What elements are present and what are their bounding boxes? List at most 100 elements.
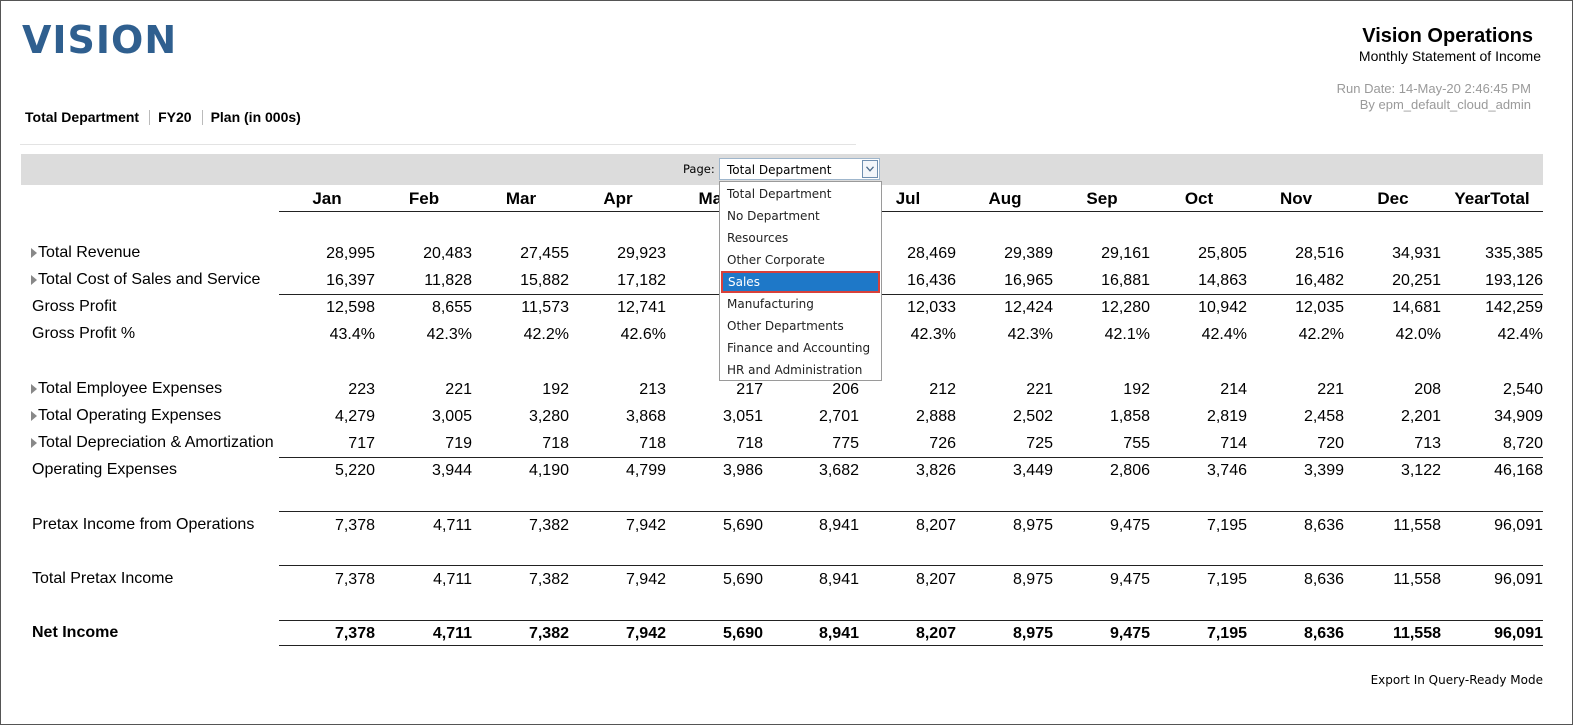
table-cell: 42.2%	[1298, 326, 1344, 343]
page-option[interactable]: Sales	[721, 271, 880, 293]
page-option[interactable]: Other Departments	[721, 315, 880, 337]
table-cell: 16,482	[1295, 272, 1344, 289]
page-option[interactable]: Resources	[721, 227, 880, 249]
table-cell: 2,819	[1206, 408, 1247, 425]
table-cell: 8,720	[1502, 435, 1543, 452]
row-label[interactable]: Total Depreciation & Amortization	[38, 434, 274, 452]
table-cell: 7,942	[625, 571, 666, 588]
expand-triangle-icon[interactable]	[31, 411, 37, 421]
table-cell: 5,690	[722, 625, 763, 642]
row-label: Net Income	[32, 624, 119, 641]
table-cell: 16,881	[1101, 272, 1150, 289]
column-header: YearTotal	[1454, 189, 1530, 208]
export-query-ready-link[interactable]: Export In Query-Ready Mode	[1371, 673, 1543, 687]
table-cell: 7,378	[334, 625, 375, 642]
table-cell: 719	[445, 435, 472, 452]
table-cell: 42.4%	[1201, 326, 1247, 343]
table-cell: 713	[1414, 435, 1441, 452]
table-cell: 11,558	[1393, 517, 1441, 534]
total-rule	[279, 511, 1543, 512]
table-cell: 42.1%	[1104, 326, 1150, 343]
table-cell: 4,711	[433, 517, 472, 534]
table-cell: 217	[736, 381, 763, 398]
table-cell: 3,122	[1400, 462, 1441, 479]
page-option[interactable]: No Department	[721, 205, 880, 227]
table-cell: 25,805	[1198, 245, 1247, 262]
row-label: Gross Profit	[32, 298, 117, 315]
table-cell: 4,279	[334, 408, 375, 425]
table-cell: 2,540	[1502, 381, 1543, 398]
pov-separator	[201, 109, 203, 125]
pov-year: FY20	[158, 109, 192, 125]
run-date: Run Date: 14-May-20 2:46:45 PM	[1336, 81, 1531, 96]
table-cell: 2,201	[1400, 408, 1441, 425]
table-cell: 8,207	[915, 571, 956, 588]
table-cell: 8,941	[818, 517, 859, 534]
table-cell: 8,941	[818, 625, 859, 642]
page-option[interactable]: HR and Administration	[721, 359, 880, 381]
page-option[interactable]: Manufacturing	[721, 293, 880, 315]
double-rule	[279, 645, 1543, 646]
chevron-down-icon[interactable]	[862, 160, 878, 178]
page-option[interactable]: Other Corporate	[721, 249, 880, 271]
page-select-value: Total Department	[727, 163, 832, 177]
pov-separator	[149, 109, 151, 125]
expand-triangle-icon[interactable]	[31, 248, 37, 258]
pov-divider	[20, 144, 856, 145]
table-cell: 193,126	[1485, 272, 1543, 289]
table-cell: 4,711	[432, 625, 472, 642]
row-label[interactable]: Total Employee Expenses	[38, 380, 222, 398]
table-cell: 29,923	[617, 245, 666, 262]
table-cell: 775	[832, 435, 859, 452]
row-label[interactable]: Total Cost of Sales and Service	[38, 271, 260, 289]
table-cell: 42.3%	[1007, 326, 1053, 343]
table-cell: 8,636	[1303, 625, 1344, 642]
table-cell: 8,975	[1012, 571, 1053, 588]
page-option[interactable]: Finance and Accounting	[721, 337, 880, 359]
expand-triangle-icon[interactable]	[31, 438, 37, 448]
table-cell: 15,882	[520, 272, 569, 289]
table-cell: 43.4%	[329, 326, 375, 343]
row-label: Pretax Income from Operations	[32, 516, 255, 533]
table-cell: 8,636	[1303, 571, 1344, 588]
table-cell: 206	[832, 381, 859, 398]
table-cell: 7,382	[528, 517, 569, 534]
table-cell: 2,458	[1303, 408, 1344, 425]
table-cell: 221	[1026, 381, 1053, 398]
table-cell: 3,944	[431, 462, 472, 479]
table-cell: 14,863	[1198, 272, 1247, 289]
table-cell: 12,424	[1004, 299, 1053, 316]
table-cell: 29,161	[1101, 245, 1150, 262]
table-cell: 714	[1220, 435, 1247, 452]
table-cell: 10,942	[1198, 299, 1247, 316]
header-rule	[279, 211, 1543, 212]
table-cell: 3,826	[915, 462, 956, 479]
table-cell: 3,868	[625, 408, 666, 425]
table-cell: 28,516	[1295, 245, 1344, 262]
table-cell: 11,828	[424, 272, 472, 289]
table-cell: 3,399	[1303, 462, 1344, 479]
table-cell: 4,799	[625, 462, 666, 479]
table-cell: 12,741	[617, 299, 666, 316]
page-dropdown[interactable]: Total Department No Department Resources Ot…	[719, 181, 882, 381]
page-option[interactable]: Total Department	[721, 183, 880, 205]
table-cell: 720	[1317, 435, 1344, 452]
table-cell: 8,975	[1012, 625, 1053, 642]
table-cell: 718	[639, 435, 666, 452]
expand-triangle-icon[interactable]	[31, 384, 37, 394]
table-cell: 27,455	[520, 245, 569, 262]
row-label[interactable]: Total Operating Expenses	[38, 407, 221, 425]
page-select[interactable]: Total Department	[719, 158, 880, 180]
table-cell: 42.4%	[1497, 326, 1543, 343]
table-cell: 4,190	[528, 462, 569, 479]
table-cell: 335,385	[1485, 245, 1543, 262]
table-cell: 2,502	[1012, 408, 1053, 425]
expand-triangle-icon[interactable]	[31, 275, 37, 285]
table-cell: 8,636	[1303, 517, 1344, 534]
table-cell: 221	[1317, 381, 1344, 398]
report-subtitle: Monthly Statement of Income	[1358, 48, 1541, 64]
table-cell: 2,806	[1109, 462, 1150, 479]
table-cell: 2,701	[818, 408, 859, 425]
row-label[interactable]: Total Revenue	[38, 244, 140, 262]
table-cell: 717	[348, 435, 375, 452]
